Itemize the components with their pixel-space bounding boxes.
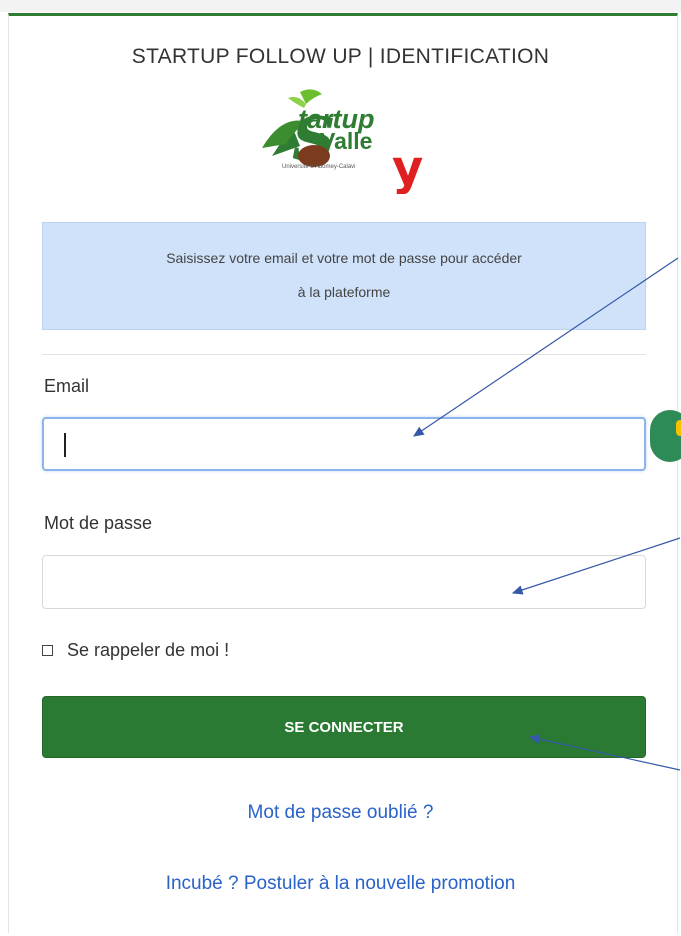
annotation-arrow-email [413, 257, 679, 437]
annotation-arrow-password [511, 537, 681, 595]
annotation-arrow-button [528, 734, 681, 771]
annotation-arrows [413, 257, 681, 771]
